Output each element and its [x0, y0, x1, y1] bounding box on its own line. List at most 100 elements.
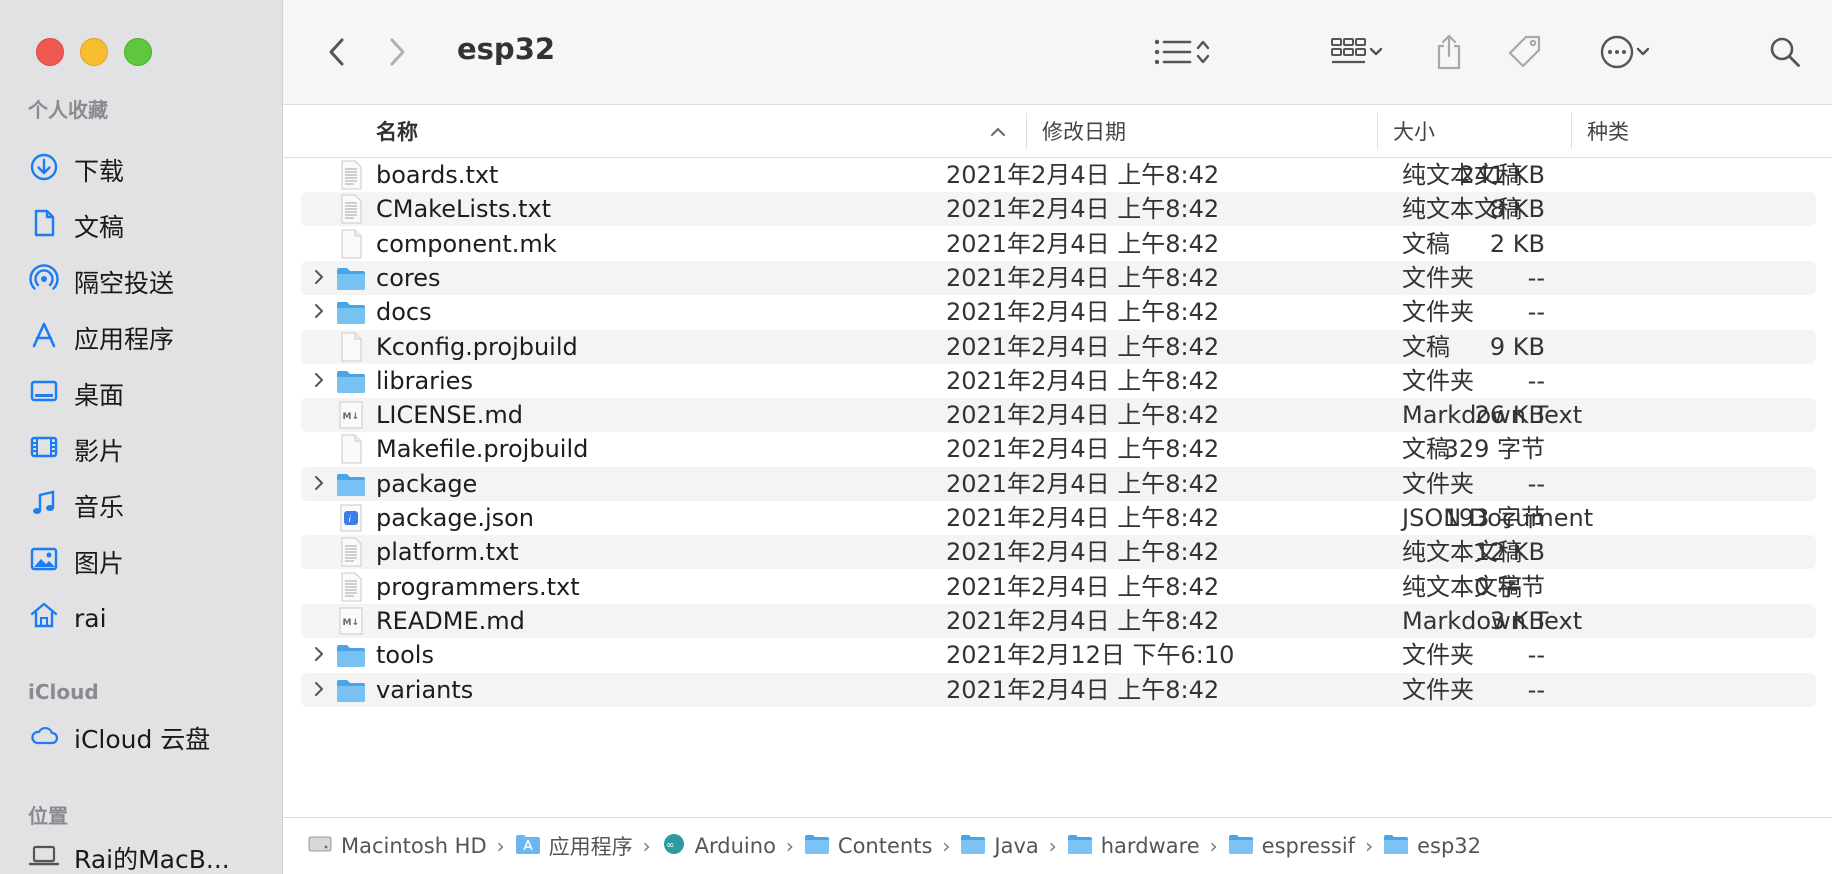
- disclosure-triangle[interactable]: [309, 467, 329, 504]
- actions-button[interactable]: [1589, 30, 1661, 74]
- column-divider[interactable]: [1377, 113, 1378, 149]
- path-item[interactable]: hardware: [1067, 833, 1200, 860]
- sidebar-item-desktop[interactable]: 桌面: [28, 374, 124, 414]
- share-button[interactable]: [1427, 30, 1471, 74]
- sidebar-item-applications[interactable]: 应用程序: [28, 318, 174, 358]
- file-name: boards.txt: [376, 161, 499, 189]
- path-item-label: esp32: [1417, 834, 1481, 858]
- path-item[interactable]: esp32: [1383, 833, 1481, 860]
- music-icon: [28, 487, 60, 525]
- column-size[interactable]: 大小: [1393, 105, 1435, 157]
- file-row[interactable]: Kconfig.projbuild 2021年2月4日 上午8:42 9 KB …: [301, 329, 1816, 364]
- sidebar-item-movies[interactable]: 影片: [28, 430, 124, 470]
- file-row[interactable]: cores 2021年2月4日 上午8:42 -- 文件夹: [301, 260, 1816, 298]
- file-size: 9 KB: [1489, 332, 1545, 361]
- path-item[interactable]: Java: [960, 833, 1039, 860]
- zoom-window-button[interactable]: [124, 38, 152, 66]
- json-document-icon: i: [335, 502, 367, 534]
- close-window-button[interactable]: [36, 38, 64, 66]
- path-item[interactable]: Contents: [804, 833, 932, 860]
- movies-icon: [28, 431, 60, 469]
- column-date-modified[interactable]: 修改日期: [1042, 105, 1126, 157]
- file-name: platform.txt: [376, 538, 519, 567]
- back-button[interactable]: [319, 30, 355, 74]
- sidebar: 个人收藏 下载 文稿 隔空投送 应用程序 桌面 影片 音乐 图片 rai iCl…: [0, 0, 283, 874]
- file-name: Makefile.projbuild: [376, 435, 589, 464]
- disclosure-triangle: [309, 330, 329, 364]
- column-name[interactable]: 名称: [376, 105, 418, 157]
- folder-icon: [960, 833, 986, 860]
- sort-ascending-icon[interactable]: [989, 105, 1007, 157]
- sidebar-item-airdrop[interactable]: 隔空投送: [28, 262, 174, 302]
- disclosure-triangle[interactable]: [309, 364, 329, 401]
- column-kind[interactable]: 种类: [1587, 105, 1629, 157]
- file-date: 2021年2月4日 上午8:42: [946, 229, 1220, 258]
- file-date: 2021年2月4日 上午8:42: [946, 195, 1220, 224]
- folder-icon: [804, 833, 830, 860]
- sidebar-item-macbook[interactable]: Rai的MacB...: [28, 838, 230, 874]
- file-row[interactable]: component.mk 2021年2月4日 上午8:42 2 KB 文稿: [301, 227, 1816, 261]
- sidebar-item-label: 应用程序: [74, 325, 175, 354]
- path-item[interactable]: espressif: [1228, 833, 1355, 860]
- finder-window: 个人收藏 下载 文稿 隔空投送 应用程序 桌面 影片 音乐 图片 rai iCl…: [0, 0, 1832, 874]
- file-kind: 文件夹: [1402, 298, 1474, 327]
- path-item[interactable]: ∞ Arduino: [661, 833, 776, 860]
- path-item-label: Arduino: [694, 834, 776, 858]
- view-mode-button[interactable]: [1143, 30, 1223, 74]
- file-date: 2021年2月4日 上午8:42: [946, 332, 1220, 361]
- chevron-right-icon: ›: [942, 834, 951, 858]
- column-divider[interactable]: [1026, 113, 1027, 149]
- chevron-right-icon: [313, 470, 325, 498]
- sidebar-item-music[interactable]: 音乐: [28, 486, 124, 526]
- icloud-header: iCloud: [28, 680, 99, 704]
- file-row[interactable]: Makefile.projbuild 2021年2月4日 上午8:42 329 …: [301, 432, 1816, 466]
- file-date: 2021年2月4日 上午8:42: [946, 504, 1220, 532]
- forward-button[interactable]: [379, 30, 415, 74]
- path-item[interactable]: Macintosh HD: [307, 833, 487, 860]
- sidebar-item-downloads[interactable]: 下载: [28, 150, 124, 190]
- share-icon: [1433, 33, 1465, 71]
- chevron-right-icon: [387, 36, 407, 68]
- svg-text:M↓: M↓: [343, 412, 360, 422]
- file-row[interactable]: docs 2021年2月4日 上午8:42 -- 文件夹: [301, 295, 1816, 329]
- minimize-window-button[interactable]: [80, 38, 108, 66]
- file-row[interactable]: M↓ LICENSE.md 2021年2月4日 上午8:42 26 KB Mar…: [301, 398, 1816, 433]
- file-row[interactable]: tools 2021年2月12日 下午6:10 -- 文件夹: [301, 638, 1816, 672]
- group-button[interactable]: [1321, 30, 1393, 74]
- search-button[interactable]: [1763, 30, 1807, 74]
- chevron-right-icon: [313, 641, 325, 669]
- disk-icon: [307, 833, 333, 860]
- file-row[interactable]: platform.txt 2021年2月4日 上午8:42 12 KB 纯文本文…: [301, 535, 1816, 570]
- sidebar-item-home[interactable]: rai: [28, 598, 107, 638]
- disclosure-triangle[interactable]: [309, 638, 329, 675]
- file-date: 2021年2月4日 上午8:42: [946, 538, 1220, 567]
- tags-button[interactable]: [1503, 30, 1547, 74]
- locations-header: 位置: [28, 804, 68, 828]
- path-item[interactable]: 应用程序: [515, 831, 633, 861]
- sidebar-item-label: 影片: [74, 437, 125, 466]
- file-date: 2021年2月4日 上午8:42: [946, 298, 1220, 327]
- file-row[interactable]: package 2021年2月4日 上午8:42 -- 文件夹: [301, 466, 1816, 504]
- disclosure-triangle: [309, 604, 329, 638]
- file-row[interactable]: M↓ README.md 2021年2月4日 上午8:42 3 KB Markd…: [301, 603, 1816, 638]
- sidebar-item-icloud-drive[interactable]: iCloud 云盘: [28, 718, 210, 758]
- file-row[interactable]: i package.json 2021年2月4日 上午8:42 193 字节 J…: [301, 501, 1816, 535]
- file-kind: 文件夹: [1402, 263, 1474, 292]
- folder-icon: [335, 674, 367, 706]
- file-row[interactable]: boards.txt 2021年2月4日 上午8:42 241 KB 纯文本文稿: [301, 158, 1816, 192]
- disclosure-triangle[interactable]: [309, 295, 329, 332]
- cloud-icon: [28, 719, 60, 757]
- sidebar-item-pictures[interactable]: 图片: [28, 542, 124, 582]
- file-row[interactable]: variants 2021年2月4日 上午8:42 -- 文件夹: [301, 672, 1816, 710]
- sidebar-item-documents[interactable]: 文稿: [28, 206, 124, 246]
- disclosure-triangle[interactable]: [309, 673, 329, 710]
- disclosure-triangle[interactable]: [309, 261, 329, 298]
- file-row[interactable]: programmers.txt 2021年2月4日 上午8:42 0 字节 纯文…: [301, 570, 1816, 604]
- file-kind: Markdown Text: [1402, 401, 1583, 430]
- file-row[interactable]: libraries 2021年2月4日 上午8:42 -- 文件夹: [301, 364, 1816, 398]
- pictures-icon: [28, 543, 60, 581]
- laptop-icon: [28, 839, 60, 874]
- file-row[interactable]: CMakeLists.txt 2021年2月4日 上午8:42 8 KB 纯文本…: [301, 192, 1816, 227]
- column-divider[interactable]: [1571, 113, 1572, 149]
- folder-icon: [1228, 833, 1254, 860]
